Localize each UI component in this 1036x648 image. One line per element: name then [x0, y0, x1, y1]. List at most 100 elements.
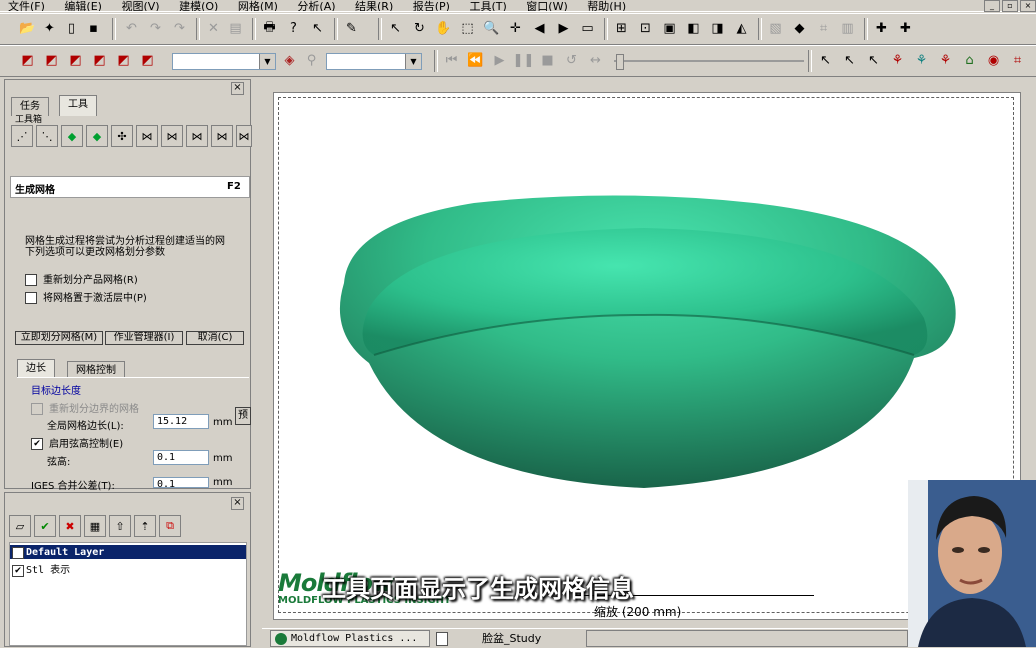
- menu-analysis[interactable]: 分析(A): [289, 1, 343, 11]
- mesh-now-button[interactable]: 立即划分网格(M): [15, 331, 103, 345]
- view-front-icon[interactable]: ⊞: [612, 19, 631, 38]
- pause-icon[interactable]: ❚❚: [513, 51, 535, 70]
- remesh-checkbox[interactable]: 重新划分产品网格(R): [25, 271, 138, 286]
- global-edge-input[interactable]: 15.12: [153, 414, 209, 429]
- delete-layer-icon[interactable]: ✖: [59, 515, 81, 537]
- plus-icon[interactable]: ✚: [872, 19, 891, 38]
- cube-red-4-icon[interactable]: ◩: [90, 51, 109, 70]
- node-red-icon[interactable]: ⚘: [888, 51, 907, 70]
- tab-tools[interactable]: 工具: [59, 95, 97, 116]
- layer-row-default[interactable]: ✔ Default Layer: [10, 545, 246, 559]
- layer-props-icon[interactable]: ▦: [84, 515, 106, 537]
- mesh-tool-8-icon[interactable]: ⋈: [186, 125, 208, 147]
- clean-layer-icon[interactable]: ⧉: [159, 515, 181, 537]
- preview-button[interactable]: 预: [235, 407, 251, 425]
- center-icon[interactable]: ✛: [506, 19, 525, 38]
- expand-layer-icon[interactable]: ⇧: [109, 515, 131, 537]
- menu-results[interactable]: 结果(R): [347, 1, 401, 11]
- redo-icon[interactable]: ↷: [146, 19, 165, 38]
- checkbox-icon[interactable]: [25, 292, 37, 304]
- tab-edge-length[interactable]: 边长: [17, 359, 55, 378]
- menu-mesh[interactable]: 网格(M): [230, 1, 286, 11]
- mesh-tool-5-icon[interactable]: ✣: [111, 125, 133, 147]
- loop-icon[interactable]: ↺: [562, 51, 581, 70]
- job-manager-button[interactable]: 作业管理器(I): [105, 331, 183, 345]
- cube-red-3-icon[interactable]: ◩: [66, 51, 85, 70]
- view-fit-icon[interactable]: ⊡: [636, 19, 655, 38]
- menu-edit[interactable]: 编辑(E): [56, 1, 110, 11]
- chord-control-checkbox[interactable]: ✔ 启用弦高控制(E): [31, 435, 123, 450]
- view-box-icon[interactable]: ▣: [660, 19, 679, 38]
- save-icon[interactable]: ▪: [84, 19, 103, 38]
- play-icon[interactable]: ▶: [490, 51, 509, 70]
- chevron-down-icon[interactable]: ▼: [405, 54, 421, 69]
- target-icon[interactable]: ◉: [984, 51, 1003, 70]
- cube-red-6-icon[interactable]: ◩: [138, 51, 157, 70]
- menu-window[interactable]: 窗口(W): [518, 1, 575, 11]
- check-icon[interactable]: ✔: [12, 546, 24, 559]
- rotate-icon[interactable]: ↻: [410, 19, 429, 38]
- arrow-right-icon[interactable]: ▶: [554, 19, 573, 38]
- tab-mesh-control[interactable]: 网格控制: [67, 361, 125, 378]
- checkbox-icon[interactable]: [31, 403, 43, 415]
- minimize-icon[interactable]: _: [984, 0, 1000, 12]
- close-icon[interactable]: ×: [231, 497, 244, 510]
- menu-view[interactable]: 视图(V): [113, 1, 167, 11]
- mesh-tool-3-icon[interactable]: ◆: [61, 125, 83, 147]
- remesh-boundary-checkbox[interactable]: 重新划分边界的网格: [31, 400, 139, 415]
- new-file-icon[interactable]: ▯: [62, 19, 81, 38]
- tab-project[interactable]: Moldflow Plastics ...: [270, 630, 430, 647]
- mesh-tool-7-icon[interactable]: ⋈: [161, 125, 183, 147]
- magic-wand-icon[interactable]: ✎: [342, 19, 361, 38]
- cube-red-2-icon[interactable]: ◩: [42, 51, 61, 70]
- cube-red-1-icon[interactable]: ◩: [18, 51, 37, 70]
- paste-special-icon[interactable]: ▥: [838, 19, 857, 38]
- measure-icon[interactable]: ▭: [578, 19, 597, 38]
- prev-frame-icon[interactable]: ⏪: [466, 51, 485, 70]
- grid-icon[interactable]: ⌗: [1008, 51, 1027, 70]
- stop-icon[interactable]: ■: [538, 51, 557, 70]
- mesh-tool-4-icon[interactable]: ◆: [86, 125, 108, 147]
- node-alt-icon[interactable]: ⚘: [936, 51, 955, 70]
- menu-help[interactable]: 帮助(H): [579, 1, 634, 11]
- menu-tools[interactable]: 工具(T): [461, 1, 514, 11]
- probe-icon[interactable]: ⚲: [302, 51, 321, 70]
- view-iso-icon[interactable]: ◭: [732, 19, 751, 38]
- open-folder-icon[interactable]: 📂: [18, 19, 37, 38]
- cube-red-5-icon[interactable]: ◩: [114, 51, 133, 70]
- paint-icon[interactable]: ◈: [280, 51, 299, 70]
- tab-study[interactable]: 脸盆_Study: [432, 630, 582, 647]
- layer-row-stl[interactable]: ✔ Stl 表示: [10, 561, 246, 577]
- iges-input[interactable]: 0.1: [153, 477, 209, 488]
- close-icon[interactable]: ×: [231, 82, 244, 95]
- redo-more-icon[interactable]: ↷: [170, 19, 189, 38]
- chevron-down-icon[interactable]: ▼: [259, 54, 275, 69]
- check-icon[interactable]: ✔: [12, 564, 24, 577]
- plus-alt-icon[interactable]: ✚: [896, 19, 915, 38]
- plot-combo[interactable]: ▼: [326, 53, 422, 70]
- view-mesh-icon[interactable]: ◨: [708, 19, 727, 38]
- select-arrow-icon[interactable]: ↖: [386, 19, 405, 38]
- new-layer-icon[interactable]: ▱: [9, 515, 31, 537]
- view-shaded-icon[interactable]: ◧: [684, 19, 703, 38]
- pan-hand-icon[interactable]: ✋: [434, 19, 453, 38]
- zoom-icon[interactable]: 🔍: [482, 19, 501, 38]
- house-icon[interactable]: ⌂: [960, 51, 979, 70]
- chart-icon[interactable]: ⌗: [814, 19, 833, 38]
- menu-file[interactable]: 文件(F): [0, 1, 53, 11]
- undo-icon[interactable]: ↶: [122, 19, 141, 38]
- paste-icon[interactable]: ▤: [226, 19, 245, 38]
- close-icon[interactable]: ×: [1020, 0, 1036, 12]
- bounce-icon[interactable]: ↔: [586, 51, 605, 70]
- cancel-button[interactable]: 取消(C): [186, 331, 244, 345]
- layer-icon[interactable]: ▧: [766, 19, 785, 38]
- mesh-tool-9-icon[interactable]: ⋈: [211, 125, 233, 147]
- context-help-icon[interactable]: ↖: [308, 19, 327, 38]
- chord-input[interactable]: 0.1: [153, 450, 209, 465]
- active-layer-checkbox[interactable]: 将网格置于激活层中(P): [25, 289, 147, 304]
- mesh-tool-6-icon[interactable]: ⋈: [136, 125, 158, 147]
- help-question-icon[interactable]: ?: [284, 19, 303, 38]
- result-combo[interactable]: ▼: [172, 53, 276, 70]
- first-frame-icon[interactable]: ⏮: [442, 51, 461, 70]
- mesh-tool-10-icon[interactable]: ⋈: [236, 125, 252, 147]
